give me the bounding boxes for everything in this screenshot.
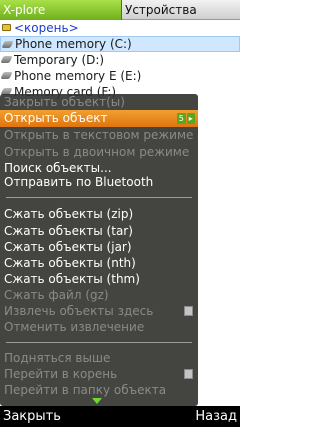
menu-item-cancel-extract[interactable]: Отменить извлечение <box>0 319 198 336</box>
list-item-label: Phone memory E (E:) <box>14 69 142 83</box>
menu-item-extract-here[interactable]: Извлечь объекты здесь <box>0 303 198 320</box>
menu-item-open-text-mode[interactable]: Открыть в текстовом режиме <box>0 127 198 144</box>
menu-separator <box>6 342 192 343</box>
menu-item-send-bluetooth[interactable]: Отправить по Bluetooth <box>0 174 198 191</box>
tab-bar: X-plore Устройства <box>0 0 240 20</box>
menu-item-compress-nth[interactable]: Сжать объекты (nth) <box>0 255 198 272</box>
list-item-label: <корень> <box>14 21 79 35</box>
drive-icon <box>0 72 13 79</box>
drive-icon <box>0 56 13 63</box>
menu-separator <box>6 197 192 198</box>
list-item-root[interactable]: <корень> <box>0 20 240 36</box>
file-icon <box>184 306 193 316</box>
menu-item-close-objects[interactable]: Закрыть объект(ы) <box>0 94 198 111</box>
back-softkey[interactable]: Назад <box>195 406 237 427</box>
menu-item-label: Извлечь объекты здесь <box>4 304 154 318</box>
menu-item-label: Перейти в корень <box>4 367 118 381</box>
softkey-bar: Закрыть Назад <box>0 406 240 427</box>
menu-item-compress-jar[interactable]: Сжать объекты (jar) <box>0 239 198 256</box>
menu-item-compress-gz[interactable]: Сжать файл (gz) <box>0 287 198 304</box>
tab-devices[interactable]: Устройства <box>122 0 240 20</box>
menu-item-compress-thm[interactable]: Сжать объекты (thm) <box>0 271 198 288</box>
close-softkey[interactable]: Закрыть <box>3 406 61 427</box>
list-item-phone-memory-c[interactable]: Phone memory (C:) <box>0 36 240 52</box>
menu-item-open-object[interactable]: Открыть объект 5 ▸ <box>0 110 198 127</box>
menu-item-label: Открыть объект <box>4 111 108 125</box>
menu-item-go-object-folder[interactable]: Перейти в папку объекта <box>0 382 198 399</box>
list-item-temporary-d[interactable]: Temporary (D:) <box>0 52 240 68</box>
menu-item-open-binary-mode[interactable]: Открыть в двоичном режиме <box>0 144 198 161</box>
file-icon <box>184 369 193 379</box>
list-item-phone-memory-e[interactable]: Phone memory E (E:) <box>0 68 240 84</box>
tab-x-plore[interactable]: X-plore <box>0 0 122 20</box>
scroll-down-arrow-icon[interactable] <box>92 398 102 404</box>
menu-item-go-up[interactable]: Подняться выше <box>0 350 198 367</box>
list-item-label: Phone memory (C:) <box>15 37 132 51</box>
menu-item-go-root[interactable]: Перейти в корень <box>0 366 198 383</box>
folder-up-icon <box>2 24 11 31</box>
shortcut-badge-icon: 5 ▸ <box>177 113 195 124</box>
context-menu: Закрыть объект(ы) Открыть объект 5 ▸ Отк… <box>0 94 198 406</box>
menu-item-compress-tar[interactable]: Сжать объекты (tar) <box>0 223 198 240</box>
list-item-label: Temporary (D:) <box>14 53 105 67</box>
menu-item-compress-zip[interactable]: Сжать объекты (zip) <box>0 206 198 223</box>
file-list: <корень> Phone memory (C:) Temporary (D:… <box>0 20 240 100</box>
drive-icon <box>1 41 14 48</box>
